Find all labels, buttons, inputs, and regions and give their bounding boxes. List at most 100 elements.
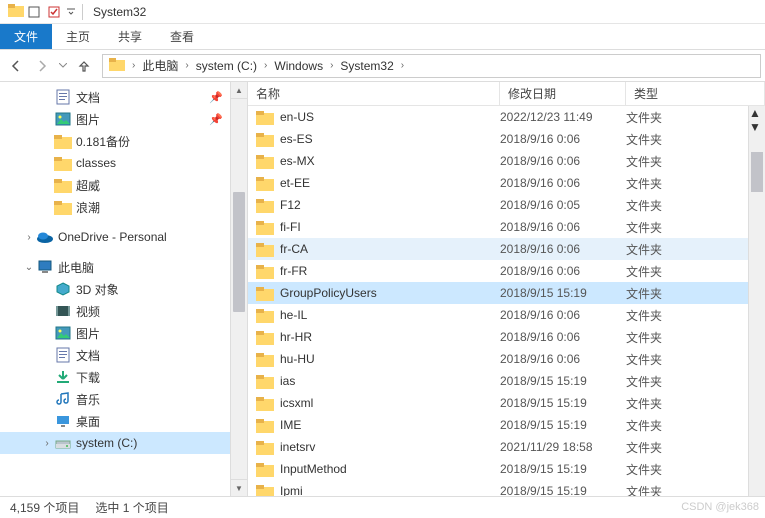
file-type: 文件夹	[626, 307, 765, 324]
scroll-up-icon[interactable]: ▲	[749, 106, 765, 120]
tree-item[interactable]: 0.181备份	[0, 130, 247, 152]
file-row[interactable]: Ipmi2018/9/15 15:19文件夹	[248, 480, 765, 496]
bc-sep-icon[interactable]: ›	[327, 60, 336, 71]
bc-sep-icon[interactable]: ›	[398, 60, 407, 71]
file-date: 2018/9/15 15:19	[500, 396, 626, 410]
tree-item[interactable]: 桌面	[0, 410, 247, 432]
folder-icon	[256, 131, 274, 147]
breadcrumb-item-pc[interactable]: 此电脑	[138, 55, 182, 77]
tree-toggle-icon[interactable]: ›	[40, 438, 54, 449]
file-row[interactable]: hr-HR2018/9/16 0:06文件夹	[248, 326, 765, 348]
file-row[interactable]: icsxml2018/9/15 15:19文件夹	[248, 392, 765, 414]
scroll-down-icon[interactable]: ▼	[231, 479, 247, 496]
file-name: Ipmi	[280, 484, 303, 496]
ribbon-tab-view[interactable]: 查看	[156, 24, 208, 49]
file-row[interactable]: en-US2022/12/23 11:49文件夹	[248, 106, 765, 128]
folder-icon	[256, 219, 274, 235]
nav-recent-dropdown[interactable]	[56, 54, 70, 78]
tree-item[interactable]: 音乐	[0, 388, 247, 410]
column-type[interactable]: 类型	[626, 82, 765, 105]
tree-item[interactable]: › OneDrive - Personal	[0, 226, 247, 248]
tree-toggle-icon[interactable]: ›	[22, 232, 36, 243]
nav-back-button[interactable]	[4, 54, 28, 78]
column-name[interactable]: 名称	[248, 82, 500, 105]
file-row[interactable]: fi-FI2018/9/16 0:06文件夹	[248, 216, 765, 238]
file-name: InputMethod	[280, 462, 347, 476]
file-name: he-IL	[280, 308, 307, 322]
ribbon-tab-home[interactable]: 主页	[52, 24, 104, 49]
nav-forward-button[interactable]	[30, 54, 54, 78]
folder-icon	[54, 132, 72, 150]
folder-icon	[256, 109, 274, 125]
tree-item[interactable]: ›system (C:)	[0, 432, 247, 454]
navbar: › 此电脑 › system (C:) › Windows › System32…	[0, 50, 765, 82]
scroll-up-icon[interactable]: ▲	[231, 82, 247, 99]
tree-toggle-icon[interactable]: ⌄	[22, 262, 36, 273]
file-row[interactable]: et-EE2018/9/16 0:06文件夹	[248, 172, 765, 194]
bc-sep-icon[interactable]: ›	[129, 60, 138, 71]
folder-icon	[256, 263, 274, 279]
tree-item[interactable]: 图片	[0, 322, 247, 344]
breadcrumb[interactable]: › 此电脑 › system (C:) › Windows › System32…	[102, 54, 761, 78]
bc-sep-icon[interactable]: ›	[182, 60, 191, 71]
breadcrumb-item-windows[interactable]: Windows	[270, 55, 327, 77]
file-name: hr-HR	[280, 330, 312, 344]
tree-item[interactable]: 文档	[0, 344, 247, 366]
ribbon-tab-share[interactable]: 共享	[104, 24, 156, 49]
file-row[interactable]: fr-FR2018/9/16 0:06文件夹	[248, 260, 765, 282]
file-row[interactable]: he-IL2018/9/16 0:06文件夹	[248, 304, 765, 326]
scroll-thumb[interactable]	[751, 152, 763, 192]
file-row[interactable]: hu-HU2018/9/16 0:06文件夹	[248, 348, 765, 370]
file-date: 2018/9/15 15:19	[500, 462, 626, 476]
tree-item-label: OneDrive - Personal	[58, 230, 167, 244]
drive-icon	[54, 434, 72, 452]
file-row[interactable]: ias2018/9/15 15:19文件夹	[248, 370, 765, 392]
pic-icon	[54, 110, 72, 128]
ribbon-tab-file[interactable]: 文件	[0, 24, 52, 49]
breadcrumb-item-drive[interactable]: system (C:)	[192, 55, 261, 77]
tree-item-label: classes	[76, 156, 116, 170]
tree-item[interactable]: 浪潮	[0, 196, 247, 218]
file-row[interactable]: inetsrv2021/11/29 18:58文件夹	[248, 436, 765, 458]
tree-item[interactable]: 视频	[0, 300, 247, 322]
qat-dropdown-button[interactable]	[64, 3, 78, 21]
file-date: 2018/9/16 0:06	[500, 154, 626, 168]
file-type: 文件夹	[626, 417, 765, 434]
nav-up-button[interactable]	[72, 54, 96, 78]
qat-properties-button[interactable]	[24, 3, 44, 21]
folder-icon	[54, 176, 72, 194]
tree-item[interactable]: 下载	[0, 366, 247, 388]
tree-item[interactable]: 3D 对象	[0, 278, 247, 300]
column-date[interactable]: 修改日期	[500, 82, 626, 105]
scroll-thumb[interactable]	[233, 192, 245, 312]
folder-icon	[256, 153, 274, 169]
file-type: 文件夹	[626, 483, 765, 497]
breadcrumb-item-system32[interactable]: System32	[336, 55, 397, 77]
main-scrollbar[interactable]: ▲ ▼	[748, 106, 765, 496]
pc-icon	[36, 258, 54, 276]
qat-checkbox-button[interactable]	[44, 3, 64, 21]
file-name: es-MX	[280, 154, 315, 168]
file-row[interactable]: GroupPolicyUsers2018/9/15 15:19文件夹	[248, 282, 765, 304]
file-row[interactable]: InputMethod2018/9/15 15:19文件夹	[248, 458, 765, 480]
file-row[interactable]: F122018/9/16 0:05文件夹	[248, 194, 765, 216]
tree-item[interactable]: ⌄此电脑	[0, 256, 247, 278]
file-row[interactable]: es-MX2018/9/16 0:06文件夹	[248, 150, 765, 172]
sidebar-scrollbar[interactable]: ▲▼	[230, 82, 247, 496]
tree-item[interactable]: classes	[0, 152, 247, 174]
file-row[interactable]: es-ES2018/9/16 0:06文件夹	[248, 128, 765, 150]
tree-item[interactable]: 文档📌	[0, 86, 247, 108]
status-selection: 选中 1 个项目	[95, 499, 168, 516]
file-date: 2018/9/15 15:19	[500, 418, 626, 432]
file-name: fr-FR	[280, 264, 307, 278]
bc-sep-icon[interactable]: ›	[261, 60, 270, 71]
tree-item-label: 文档	[76, 89, 100, 106]
doc-icon	[54, 88, 72, 106]
3d-icon	[54, 280, 72, 298]
status-count: 4,159 个项目	[10, 499, 79, 516]
tree-item[interactable]: 超威	[0, 174, 247, 196]
scroll-down-icon[interactable]: ▼	[749, 120, 765, 134]
file-row[interactable]: IME2018/9/15 15:19文件夹	[248, 414, 765, 436]
tree-item[interactable]: 图片📌	[0, 108, 247, 130]
file-row[interactable]: fr-CA2018/9/16 0:06文件夹	[248, 238, 765, 260]
